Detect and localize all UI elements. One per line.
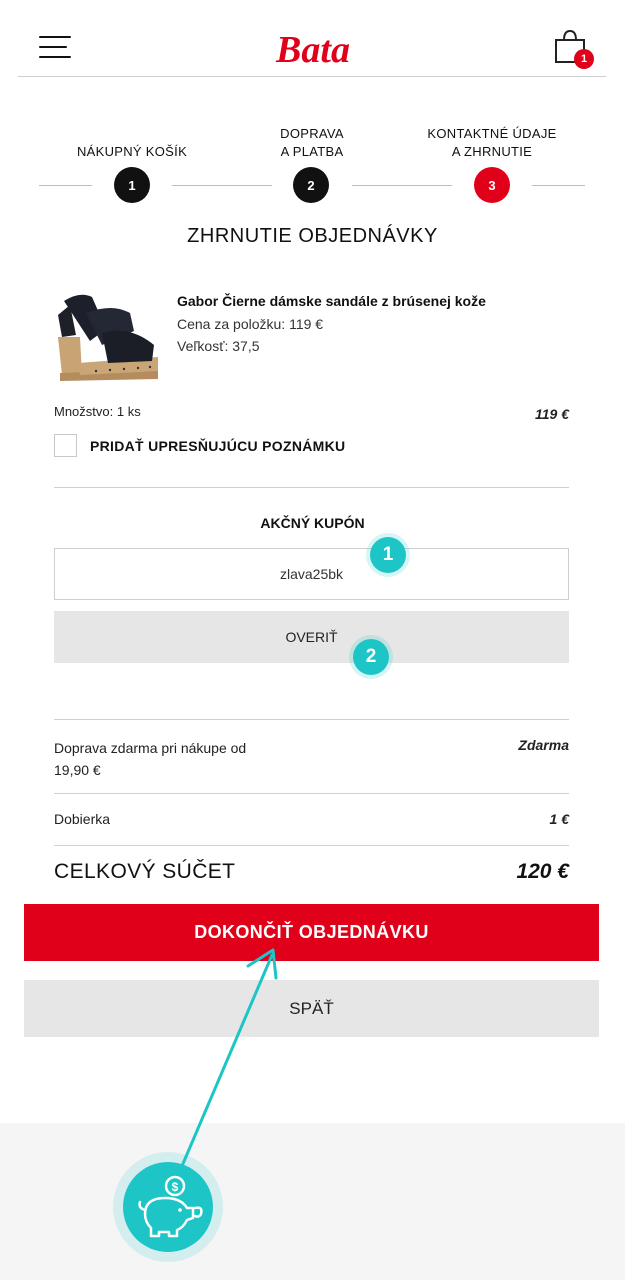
piggy-bank-icon: $ [138, 1175, 203, 1238]
savings-badge: $ [113, 1152, 223, 1262]
svg-text:$: $ [172, 1180, 179, 1194]
annotation-arrow [180, 948, 278, 1168]
